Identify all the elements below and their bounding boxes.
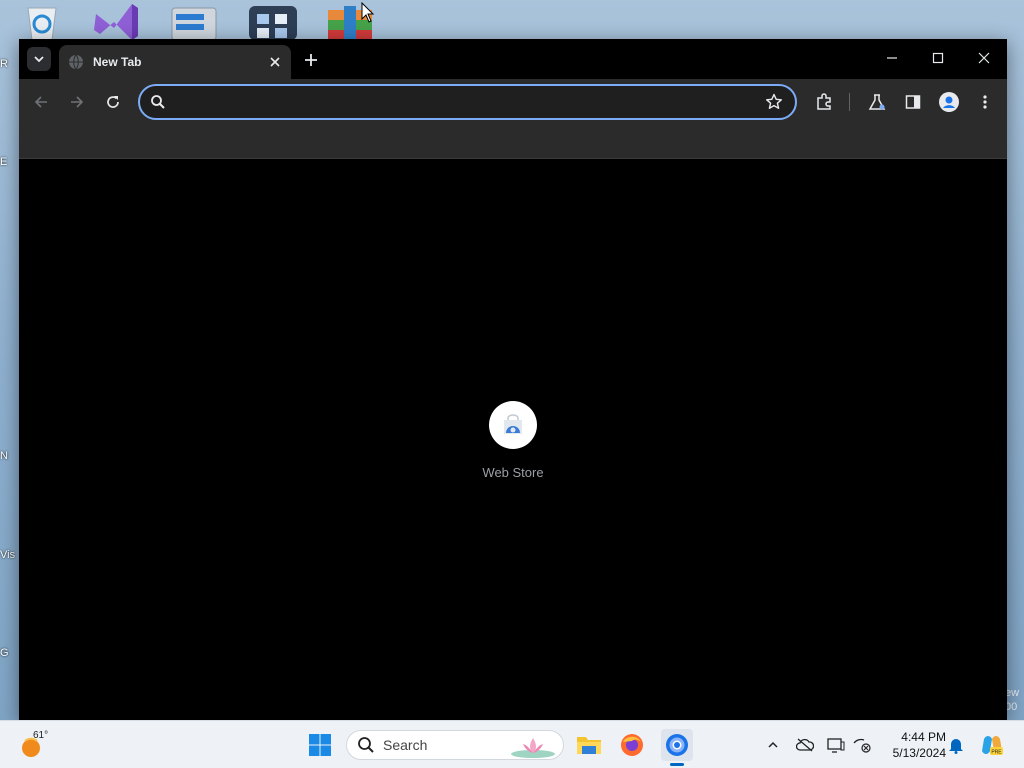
chevron-down-icon xyxy=(34,56,44,63)
notifications-button[interactable] xyxy=(946,735,966,755)
display-button[interactable] xyxy=(826,735,846,755)
browser-window: New Tab Web Store xyxy=(19,39,1007,720)
shortcut-tile xyxy=(489,401,537,449)
clock-date: 5/13/2024 xyxy=(892,746,946,760)
tab-new-tab[interactable]: New Tab xyxy=(59,45,291,79)
profile-button[interactable] xyxy=(937,90,961,114)
menu-icon xyxy=(983,95,987,109)
onedrive-icon xyxy=(796,738,814,752)
tab-title: New Tab xyxy=(93,55,142,69)
close-icon xyxy=(978,52,990,64)
server-manager-icon[interactable] xyxy=(170,0,218,41)
bookmarks-bar xyxy=(19,125,1007,159)
control-panel-icon[interactable] xyxy=(249,0,297,40)
new-tab-page: Web Store xyxy=(19,160,1007,720)
address-bar[interactable] xyxy=(138,84,797,120)
globe-icon xyxy=(69,54,83,70)
tab-close-button[interactable] xyxy=(265,52,285,72)
chrome-button[interactable] xyxy=(661,729,693,761)
file-explorer-button[interactable] xyxy=(573,729,605,761)
copilot-button[interactable]: PRE xyxy=(980,733,1004,757)
taskbar-search[interactable]: Search xyxy=(346,730,564,760)
minimize-icon xyxy=(887,57,897,59)
minimize-button[interactable] xyxy=(870,43,914,73)
notifications-icon xyxy=(949,739,963,754)
back-button[interactable] xyxy=(29,90,53,114)
system-clock[interactable]: 4:44 PM 5/13/2024 xyxy=(880,729,946,761)
onedrive-button[interactable] xyxy=(795,735,815,755)
toolbar-divider xyxy=(849,93,850,111)
display-icon xyxy=(827,738,845,753)
search-label: Search xyxy=(383,737,428,753)
active-app-indicator xyxy=(670,763,684,766)
shortcut-web-store[interactable]: Web Store xyxy=(473,401,553,491)
chevron-up-icon xyxy=(768,741,778,748)
side-panel-button[interactable] xyxy=(901,90,925,114)
labs-icon xyxy=(868,94,886,110)
desktop-watermark: ew 00 xyxy=(1005,686,1019,714)
web-store-icon xyxy=(504,414,522,434)
visual-studio-icon[interactable] xyxy=(92,0,140,40)
forward-arrow-icon xyxy=(71,96,84,108)
firefox-button[interactable] xyxy=(616,729,648,761)
firefox-icon xyxy=(621,734,643,756)
weather-temp: 61° xyxy=(33,730,49,741)
browser-toolbar xyxy=(19,79,1007,125)
network-button[interactable] xyxy=(852,735,872,755)
show-hidden-icons-button[interactable] xyxy=(763,735,783,755)
close-icon xyxy=(270,57,280,67)
reload-button[interactable] xyxy=(101,90,125,114)
tab-strip: New Tab xyxy=(19,39,1007,79)
desktop-icon-label: E xyxy=(0,156,8,168)
tab-search-button[interactable] xyxy=(27,47,51,71)
shortcut-label: Web Store xyxy=(482,465,544,480)
start-button[interactable] xyxy=(304,729,336,761)
desktop-icon-label: R xyxy=(0,58,8,70)
file-explorer-icon xyxy=(577,737,601,754)
network-icon xyxy=(853,738,871,753)
lotus-icon xyxy=(511,738,555,758)
back-arrow-icon xyxy=(34,96,47,108)
profile-icon xyxy=(939,92,959,112)
desktop-icon-label: Vis xyxy=(0,549,16,561)
search-icon xyxy=(358,737,374,753)
labs-button[interactable] xyxy=(865,90,889,114)
desktop-icon-label: G xyxy=(0,647,9,659)
watermark-line: ew xyxy=(1005,687,1020,699)
copilot-icon: PRE xyxy=(982,736,1003,756)
recycle-bin-icon[interactable] xyxy=(18,0,66,41)
address-input[interactable] xyxy=(176,92,756,112)
maximize-button[interactable] xyxy=(916,43,960,73)
bookmark-star-icon[interactable] xyxy=(765,93,783,111)
menu-button[interactable] xyxy=(973,90,997,114)
search-icon xyxy=(151,95,165,109)
taskbar: 61° Search 4:44 PM 5/13/2024 PRE xyxy=(0,720,1024,768)
close-window-button[interactable] xyxy=(962,43,1006,73)
maximize-icon xyxy=(932,52,944,64)
chrome-icon xyxy=(666,734,688,756)
weather-widget[interactable]: 61° xyxy=(20,729,60,761)
mouse-cursor-icon xyxy=(361,2,375,23)
svg-text:PRE: PRE xyxy=(991,750,1002,756)
reload-icon xyxy=(107,96,119,108)
clock-time: 4:44 PM xyxy=(901,730,946,744)
desktop-icon-label: N xyxy=(0,450,8,462)
new-tab-button[interactable] xyxy=(299,48,323,72)
extensions-icon xyxy=(817,93,831,110)
forward-button[interactable] xyxy=(65,90,89,114)
start-icon xyxy=(309,734,331,756)
watermark-line: 00 xyxy=(1005,701,1018,713)
extensions-button[interactable] xyxy=(812,90,836,114)
plus-icon xyxy=(305,54,317,66)
side-panel-icon xyxy=(905,95,921,109)
